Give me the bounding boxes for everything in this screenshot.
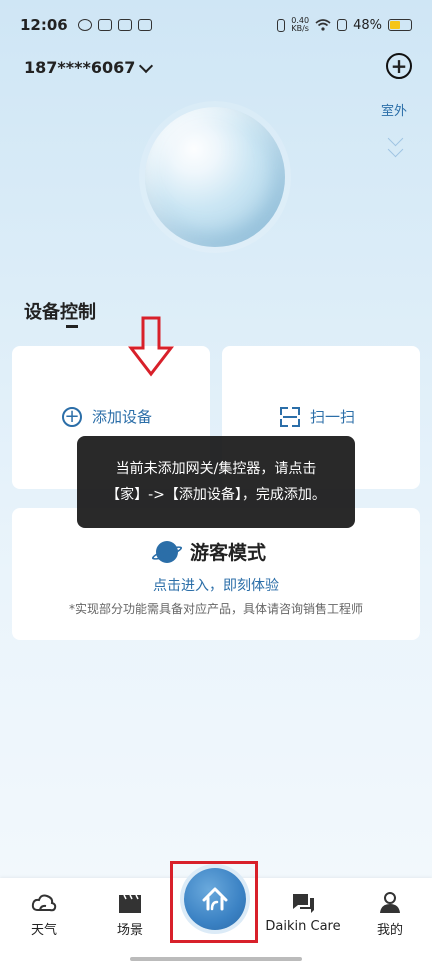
toast-line-1: 当前未添加网关/集控器，请点击	[115, 461, 317, 477]
nav-scene[interactable]: 场景	[110, 892, 150, 938]
red-arrow-icon	[128, 316, 174, 377]
net-speed: 0.40 KB/s	[291, 17, 309, 33]
nav-weather-label: 天气	[30, 923, 57, 938]
gesture-bar	[130, 957, 302, 961]
plus-circle-icon: +	[62, 406, 82, 427]
net-speed-unit: KB/s	[291, 24, 309, 33]
status-bar: 12:06 0.40 KB/s 48%	[0, 0, 432, 50]
scan-button[interactable]: 扫一扫	[280, 406, 355, 427]
user-icon	[380, 892, 400, 913]
section-underline	[66, 325, 78, 328]
double-chevron-down-icon[interactable]	[387, 130, 404, 158]
guest-enter-link[interactable]: 点击进入，即刻体验	[0, 575, 432, 595]
scan-label: 扫一扫	[310, 408, 356, 426]
outdoor-label[interactable]: 室外	[381, 100, 407, 119]
status-right: 0.40 KB/s 48%	[277, 17, 412, 33]
weather-bubble	[145, 107, 285, 247]
add-device-label: 添加设备	[92, 408, 153, 426]
add-device-button[interactable]: + 添加设备	[62, 406, 152, 427]
guest-note: *实现部分功能需具备对应产品，具体请咨询销售工程师	[68, 602, 363, 616]
app-notification-icon	[97, 19, 112, 31]
add-icon[interactable]: +	[386, 53, 412, 79]
notification-icon	[77, 19, 92, 31]
nav-me[interactable]: 我的	[370, 892, 410, 938]
calendar-icon	[137, 19, 152, 31]
chevron-down-icon	[139, 58, 154, 73]
battery-icon	[388, 19, 412, 31]
home-highlight-box	[170, 861, 258, 943]
nav-care-label: Daikin Care	[265, 919, 341, 934]
chat-icon	[293, 894, 314, 913]
nav-weather[interactable]: 天气	[24, 892, 64, 938]
section-title: 设备控制	[24, 302, 96, 323]
cloud-icon	[31, 894, 57, 912]
status-time: 12:06	[20, 16, 68, 34]
guest-mode-title[interactable]: 游客模式	[156, 538, 266, 565]
wifi-icon	[315, 19, 331, 31]
planet-icon	[156, 540, 178, 563]
sim-icon	[337, 19, 348, 31]
account-selector[interactable]: 187****6067	[24, 58, 154, 77]
guest-mode-label: 游客模式	[190, 542, 267, 564]
toast-message: 当前未添加网关/集控器，请点击 【家】->【添加设备】，完成添加。	[77, 436, 355, 528]
nav-me-label: 我的	[376, 923, 403, 938]
battery-level: 48%	[353, 17, 382, 33]
vibrate-icon	[277, 18, 286, 32]
account-number: 187****6067	[24, 58, 136, 77]
mail-icon	[117, 19, 132, 31]
toast-line-2: 【家】->【添加设备】，完成添加。	[106, 487, 326, 503]
clapperboard-icon	[119, 894, 141, 913]
nav-daikin-care[interactable]: Daikin Care	[262, 892, 344, 934]
scan-icon	[280, 406, 300, 427]
status-left: 12:06	[20, 16, 152, 34]
nav-scene-label: 场景	[116, 923, 143, 938]
